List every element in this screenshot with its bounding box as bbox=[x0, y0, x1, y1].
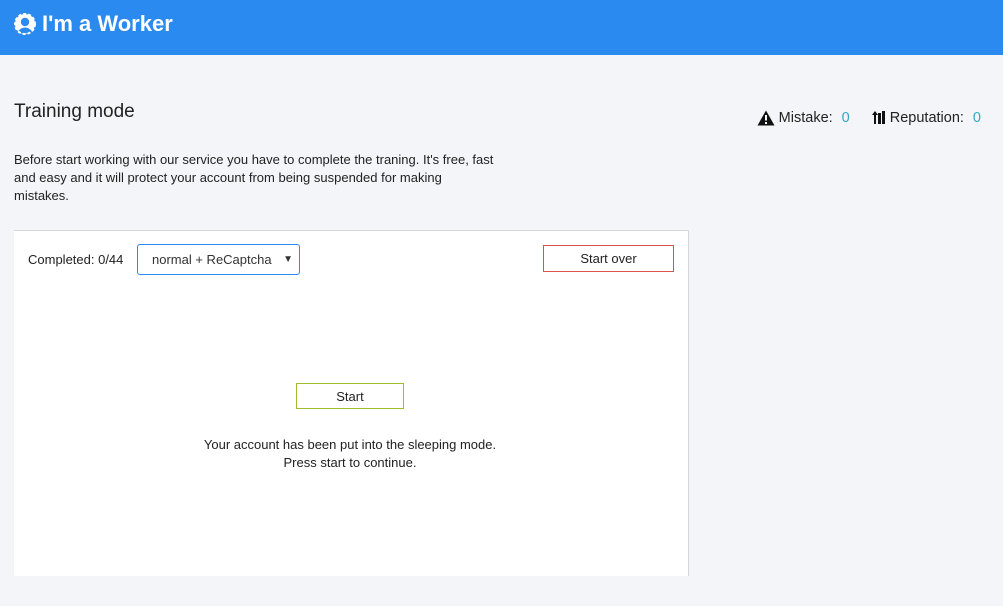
mistake-value: 0 bbox=[841, 110, 850, 126]
warning-icon bbox=[757, 110, 775, 126]
chevron-down-icon: ▼ bbox=[283, 254, 293, 265]
mode-select[interactable]: normal + ReCaptcha ▼ bbox=[137, 244, 300, 275]
brand[interactable]: I'm a Worker bbox=[14, 10, 173, 38]
reputation-label: Reputation: bbox=[889, 110, 964, 126]
message-line-2: Press start to continue. bbox=[283, 455, 417, 470]
message-line-1: Your account has been put into the sleep… bbox=[203, 437, 497, 452]
completed-counter: Completed: 0/44 bbox=[28, 252, 124, 267]
reputation-icon bbox=[871, 111, 885, 124]
intro-text: Before start working with our service yo… bbox=[14, 152, 494, 203]
reputation-stat: Reputation: 0 bbox=[871, 110, 981, 126]
training-panel: Completed: 0/44 normal + ReCaptcha ▼ Sta… bbox=[14, 230, 689, 576]
start-button[interactable]: Start bbox=[296, 383, 404, 409]
reputation-value: 0 bbox=[972, 110, 981, 126]
sleeping-mode-message: Your account has been put into the sleep… bbox=[14, 436, 686, 472]
start-over-button[interactable]: Start over bbox=[543, 245, 674, 272]
mistake-label: Mistake: bbox=[778, 110, 833, 126]
mode-select-value: normal + ReCaptcha bbox=[152, 252, 272, 267]
page-title: Training mode bbox=[14, 101, 135, 122]
top-bar: I'm a Worker bbox=[0, 0, 1003, 55]
brand-name: I'm a Worker bbox=[42, 11, 173, 36]
mistake-stat: Mistake: 0 bbox=[757, 110, 850, 126]
worker-logo-icon bbox=[14, 13, 36, 35]
stats-bar: Mistake: 0 Reputation: 0 bbox=[757, 110, 981, 126]
